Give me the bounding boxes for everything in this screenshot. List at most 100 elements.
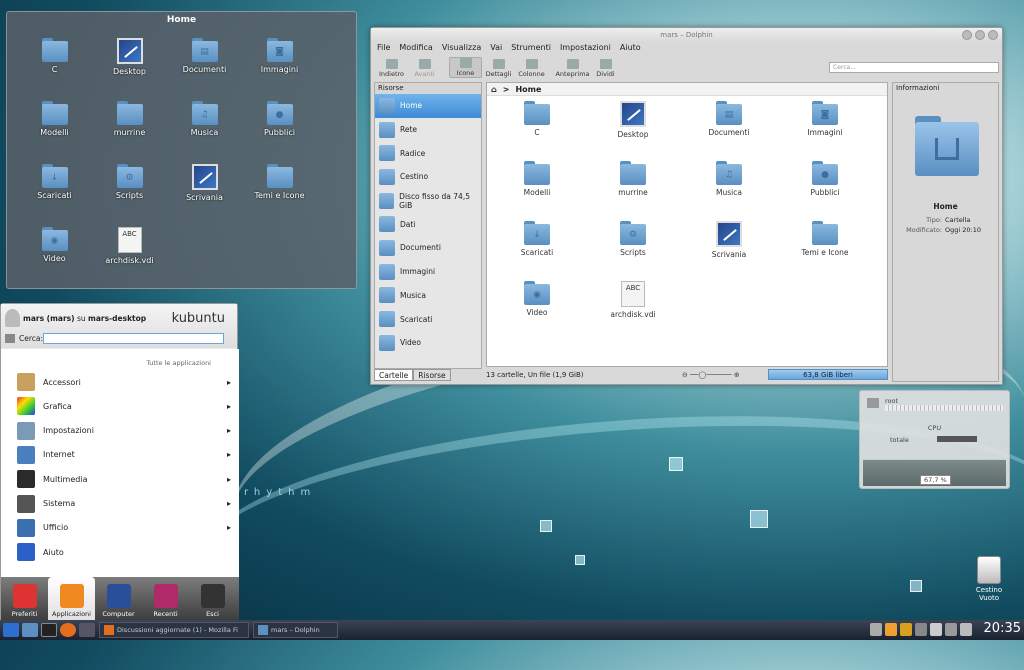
zoom-slider[interactable]: ⊖ ──◯────── ⊕ [682,371,740,379]
taskbar-task[interactable]: mars – Dolphin [253,622,338,638]
menu-impostazioni[interactable]: Impostazioni [560,42,611,54]
clock[interactable]: 20:35 [984,621,1021,636]
file-item-label: Temi e Icone [801,248,849,257]
category-grafica[interactable]: Grafica ▸ [17,395,231,417]
info-row: Tipo: Cartella [926,216,971,224]
folder-icon [524,101,550,125]
places-item[interactable]: Radice [375,141,481,165]
search-input[interactable]: Cerca... [829,62,999,73]
mail-icon[interactable] [900,623,912,636]
file-item[interactable]: ABC archdisk.vdi [585,281,681,341]
file-item-label: C [534,128,540,137]
toolbar-dividi-button[interactable]: Dividi [589,59,622,78]
folder-view-item[interactable]: ⚙ Scripts [92,164,167,227]
panel-tab[interactable]: Risorse [413,369,451,381]
launcher-tab-esci[interactable]: Esci [189,577,236,621]
category-multimedia[interactable]: Multimedia ▸ [17,468,231,490]
launcher-tab-recenti[interactable]: Recenti [142,577,189,621]
folder-view-item[interactable]: Modelli [17,101,92,164]
places-item[interactable]: Cestino [375,165,481,189]
toolbar-dettagli-button[interactable]: Dettagli [482,59,515,78]
panel-tab[interactable]: Cartelle [374,369,414,381]
taskbar-task[interactable]: Discussioni aggiornate (1) - Mozilla Fi [99,622,249,638]
close-button[interactable] [988,30,998,40]
folder-view-item[interactable]: ♫ Musica [167,101,242,164]
feed-icon[interactable] [885,623,897,636]
maximize-button[interactable] [975,30,985,40]
menu-modifica[interactable]: Modifica [399,42,432,54]
launcher-tab-applicazioni[interactable]: Applicazioni [48,577,95,621]
info-icon[interactable] [870,623,882,636]
folder-view-item[interactable]: Temi e Icone [242,164,317,227]
home-icon[interactable]: ⌂ [491,83,497,95]
places-item[interactable]: Musica [375,284,481,308]
toolbar-avanti-button[interactable]: Avanti [408,59,441,78]
desktop-icon [116,38,143,64]
places-item[interactable]: Video [375,331,481,355]
window-titlebar[interactable]: mars – Dolphin [371,28,1002,42]
search-input[interactable] [43,333,224,344]
firefox-icon[interactable] [60,623,76,637]
file-item[interactable]: ● Pubblici [777,161,873,221]
folder-view-item[interactable]: ▤ Documenti [167,38,242,101]
file-item[interactable]: ◙ Immagini [777,101,873,161]
toolbar-indietro-button[interactable]: Indietro [375,59,408,78]
launcher-tab-computer[interactable]: Computer [95,577,142,621]
places-item[interactable]: Home [375,94,481,118]
network-icon[interactable] [930,623,942,636]
folder-view-item[interactable]: C [17,38,92,101]
menu-visualizza[interactable]: Visualizza [442,42,481,54]
launcher-tab-preferiti[interactable]: Preferiti [1,577,48,621]
category-aiuto[interactable]: Aiuto [17,541,231,563]
breadcrumb[interactable]: ⌂ > Home [487,83,887,96]
folder-view-item[interactable]: ● Pubblici [242,101,317,164]
folder-view-item[interactable]: Scrivania [167,164,242,227]
places-item[interactable]: Rete [375,118,481,142]
toolbar-anteprima-button[interactable]: Anteprima [555,59,590,78]
folder-view-item[interactable]: ◙ Immagini [242,38,317,101]
volume-icon[interactable] [945,623,957,636]
places-item[interactable]: Dati [375,212,481,236]
file-item[interactable]: Temi e Icone [777,221,873,281]
kde-launcher-icon[interactable] [3,623,19,637]
file-item[interactable]: Desktop [585,101,681,161]
breadcrumb-home[interactable]: Home [515,83,541,95]
terminal-icon[interactable] [41,623,57,637]
places-item[interactable]: Immagini [375,260,481,284]
category-impostazioni[interactable]: Impostazioni ▸ [17,420,231,442]
user-icon[interactable] [960,623,972,636]
file-item[interactable]: ↓ Scaricati [489,221,585,281]
clipboard-icon[interactable] [915,623,927,636]
places-item[interactable]: Disco fisso da 74,5 GiB [375,189,481,213]
file-item[interactable]: murrine [585,161,681,221]
category-accessori[interactable]: Accessori ▸ [17,371,231,393]
folder-view-item[interactable]: Desktop [92,38,167,101]
category-ufficio[interactable]: Ufficio ▸ [17,517,231,539]
places-item[interactable]: Scaricati [375,307,481,331]
category-sistema[interactable]: Sistema ▸ [17,493,231,515]
file-item[interactable]: Scrivania [681,221,777,281]
file-item-label: Scrivania [711,250,747,259]
desktop-trash[interactable]: Cestino Vuoto [967,556,1011,602]
pager-icon[interactable] [79,623,95,637]
menu-vai[interactable]: Vai [490,42,502,54]
toolbar-colonne-button[interactable]: Colonne [515,59,548,78]
file-item[interactable]: C [489,101,585,161]
folder-view-item[interactable]: ABC archdisk.vdi [92,227,167,290]
places-item[interactable]: Documenti [375,236,481,260]
folder-view-item[interactable]: ↓ Scaricati [17,164,92,227]
dolphin-icon[interactable] [22,623,38,637]
file-item[interactable]: ◉ Video [489,281,585,341]
menu-strumenti[interactable]: Strumenti [511,42,551,54]
toolbar-icone-button[interactable]: Icone [449,57,482,78]
folder-view-item[interactable]: ◉ Video [17,227,92,290]
file-item[interactable]: ▤ Documenti [681,101,777,161]
file-item[interactable]: Modelli [489,161,585,221]
menu-file[interactable]: File [377,42,390,54]
category-internet[interactable]: Internet ▸ [17,444,231,466]
minimize-button[interactable] [962,30,972,40]
folder-view-item[interactable]: murrine [92,101,167,164]
menu-aiuto[interactable]: Aiuto [620,42,641,54]
file-item[interactable]: ♫ Musica [681,161,777,221]
file-item[interactable]: ⚙ Scripts [585,221,681,281]
